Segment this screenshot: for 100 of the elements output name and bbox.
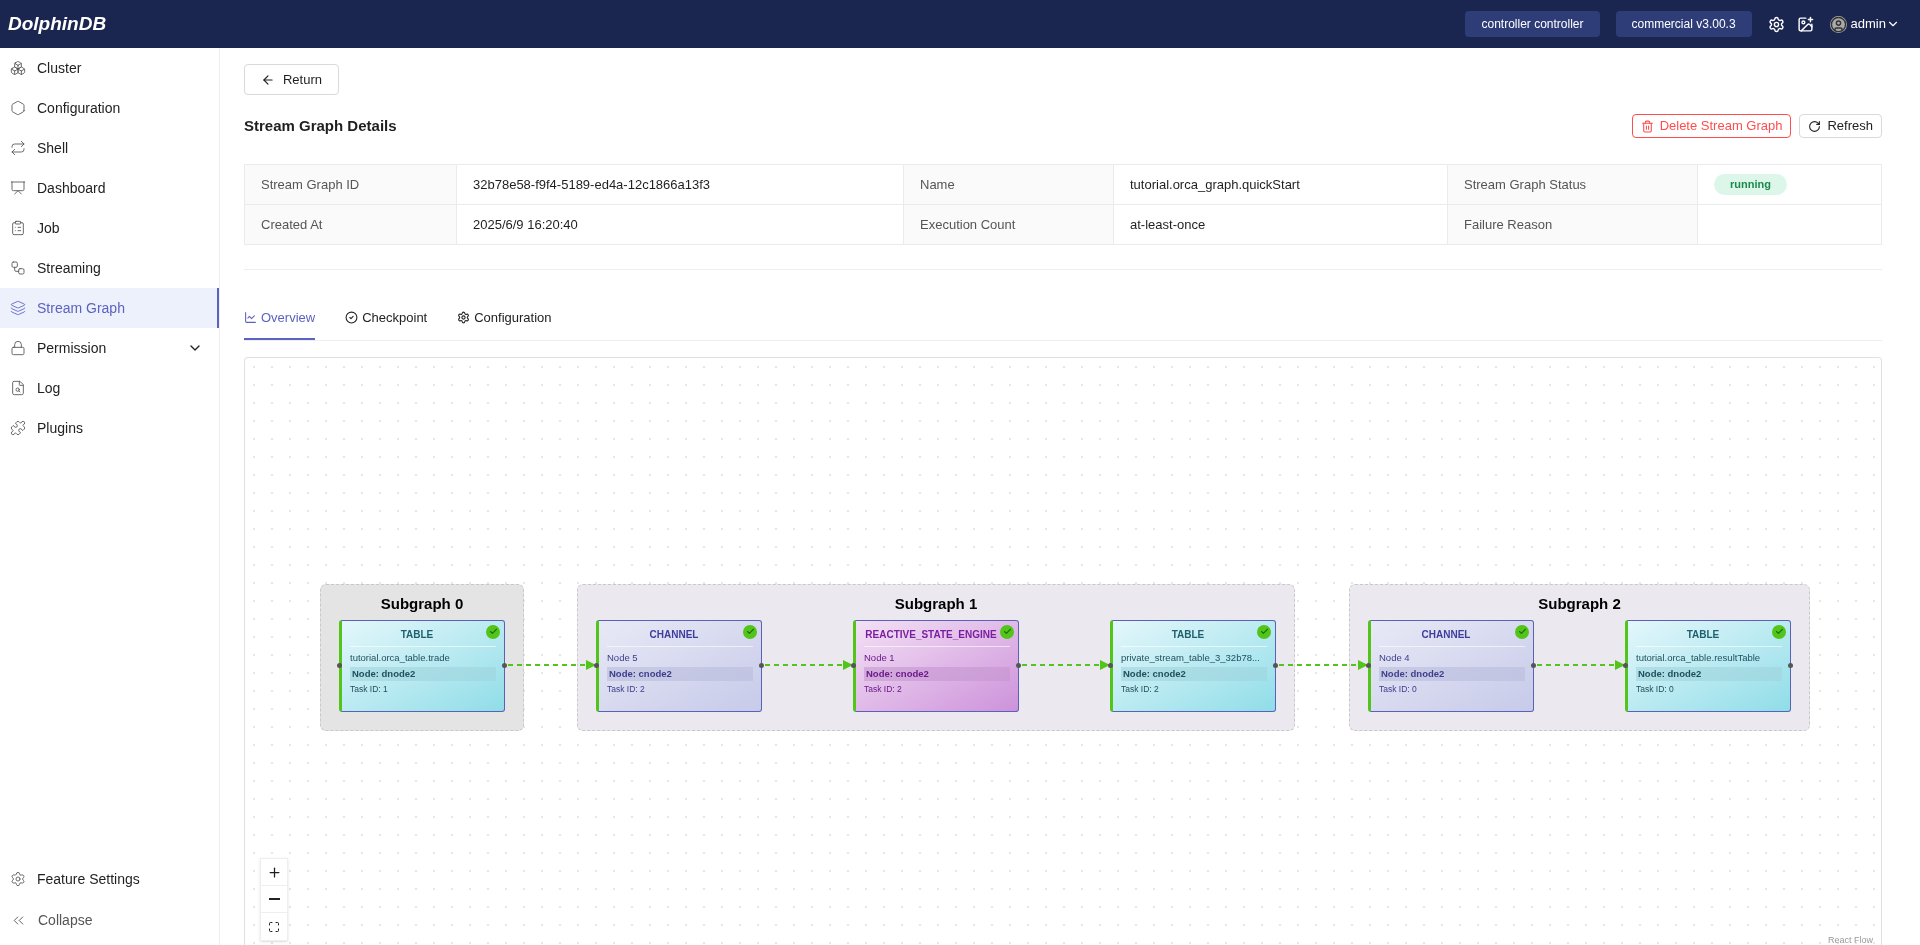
node-host: Node: dnode2 — [350, 666, 496, 681]
task-id: Task ID: 1 — [350, 683, 389, 696]
status-badge: running — [1714, 174, 1787, 195]
line-chart-icon — [244, 311, 257, 325]
detail-value: 32b78e58-f9f4-5189-ed4a-12c1866a13f3 — [473, 175, 711, 194]
sidebar-item[interactable]: Dashboard — [0, 168, 219, 208]
node-host: Node: cnode2 — [1121, 666, 1267, 681]
node-label: tutorial.orca_table.resultTable — [1636, 650, 1762, 665]
return-button[interactable]: Return — [244, 64, 339, 95]
detail-label: Failure Reason — [1448, 205, 1698, 245]
check-circle-icon — [345, 311, 359, 325]
logo[interactable]: DolphinDB — [8, 9, 107, 39]
hexagon-icon — [10, 100, 26, 116]
node-host: Node: dnode2 — [1379, 666, 1525, 681]
collapse-button[interactable]: Collapse — [0, 899, 219, 941]
connection-handle[interactable] — [1108, 662, 1113, 668]
connection-handle[interactable] — [1788, 662, 1793, 668]
connection-handle[interactable] — [1016, 662, 1021, 668]
puzzle-icon — [10, 420, 26, 436]
node-type: TABLE — [399, 627, 435, 642]
image-plus-icon[interactable] — [1796, 15, 1814, 33]
node-label: tutorial.orca_table.trade — [350, 650, 451, 665]
connection-handle[interactable] — [337, 662, 342, 668]
workflow-icon — [10, 260, 26, 276]
graph-node[interactable]: TABLE private_stream_table_3_32b78... Node: cnode2 Task ID: 2 — [1110, 619, 1276, 712]
detail-value: tutorial.orca_graph.quickStart — [1130, 175, 1300, 194]
sidebar-item[interactable]: Permission — [0, 328, 219, 368]
node-label: Node 1 — [864, 650, 896, 665]
detail-value: at-least-once — [1130, 215, 1206, 234]
sidebar-item[interactable]: Log — [0, 368, 219, 408]
tab[interactable]: Overview — [244, 308, 316, 340]
node-label: private_stream_table_3_32b78... — [1121, 650, 1261, 665]
sidebar-item[interactable]: Stream Graph — [0, 288, 219, 328]
sidebar-item[interactable]: Shell — [0, 128, 219, 168]
graph-node[interactable]: TABLE tutorial.orca_table.resultTable Node: dnode2 Task ID: 0 — [1625, 619, 1791, 712]
refresh-icon — [1808, 119, 1822, 133]
sidebar-item[interactable]: Job — [0, 208, 219, 248]
sidebar-item[interactable]: Configuration — [0, 88, 219, 128]
presentation-icon — [10, 180, 26, 196]
detail-label: Created At — [245, 205, 457, 245]
tab[interactable]: Checkpoint — [345, 308, 428, 340]
plus-icon — [266, 864, 282, 880]
node-host: Node: cnode2 — [607, 666, 753, 681]
node-host: Node: cnode2 — [864, 666, 1010, 681]
connection-handle[interactable] — [759, 662, 764, 668]
fit-view-icon — [268, 920, 280, 933]
node-type: CHANNEL — [648, 627, 700, 642]
subgraph-title: Subgraph 1 — [893, 593, 979, 614]
clipboard-icon — [10, 220, 26, 236]
lock-icon — [10, 340, 26, 356]
subgraph-title: Subgraph 0 — [379, 593, 465, 614]
task-id: Task ID: 0 — [1379, 683, 1418, 696]
connection-handle[interactable] — [594, 662, 599, 668]
sidebar-item[interactable]: Feature Settings — [0, 859, 219, 899]
connection-handle[interactable] — [851, 662, 856, 668]
detail-label: Name — [904, 165, 1114, 205]
trash-icon — [1640, 119, 1654, 133]
boxes-icon — [10, 60, 26, 76]
connection-handle[interactable] — [1273, 662, 1278, 668]
node-type: TABLE — [1170, 627, 1206, 642]
minus-icon — [268, 898, 280, 900]
connection-handle[interactable] — [1531, 662, 1536, 668]
detail-label: Stream Graph ID — [245, 165, 457, 205]
layers-icon — [10, 300, 26, 316]
detail-label: Execution Count — [904, 205, 1114, 245]
node-host: Node: dnode2 — [1636, 666, 1782, 681]
connection-handle[interactable] — [1366, 662, 1371, 668]
user-avatar-icon — [1829, 15, 1847, 33]
node-type: REACTIVE_STATE_ENGINE — [864, 627, 998, 642]
sidebar-item[interactable]: Streaming — [0, 248, 219, 288]
sidebar-item[interactable]: Plugins — [0, 408, 219, 448]
page-title: Stream Graph Details — [244, 115, 398, 136]
info-badge: controller controller — [1465, 11, 1600, 37]
info-badge: commercial v3.00.3 — [1615, 11, 1752, 37]
node-label: Node 4 — [1379, 650, 1411, 665]
task-id: Task ID: 2 — [864, 683, 903, 696]
settings-icon[interactable] — [1767, 15, 1785, 33]
connection-handle[interactable] — [1623, 662, 1628, 668]
graph-node[interactable]: CHANNEL Node 5 Node: cnode2 Task ID: 2 — [596, 619, 762, 712]
node-label: Node 5 — [607, 650, 639, 665]
repeat-icon — [10, 140, 26, 156]
graph-node[interactable]: CHANNEL Node 4 Node: dnode2 Task ID: 0 — [1368, 619, 1534, 712]
arrow-left-icon — [261, 72, 275, 87]
task-id: Task ID: 2 — [1121, 683, 1160, 696]
settings-icon — [457, 311, 471, 325]
connection-handle[interactable] — [502, 662, 507, 668]
task-id: Task ID: 0 — [1636, 683, 1675, 696]
task-id: Task ID: 2 — [607, 683, 646, 696]
tab[interactable]: Configuration — [457, 308, 552, 340]
node-type: CHANNEL — [1420, 627, 1472, 642]
refresh-button[interactable]: Refresh — [1799, 114, 1882, 138]
sidebar-item[interactable]: Cluster — [0, 48, 219, 88]
detail-label: Stream Graph Status — [1448, 165, 1698, 205]
graph-node[interactable]: TABLE tutorial.orca_table.trade Node: dnode2 Task ID: 1 — [339, 619, 505, 712]
detail-value: 2025/6/9 16:20:40 — [473, 215, 578, 234]
file-search-icon — [10, 380, 26, 396]
user-name[interactable]: admin — [1850, 14, 1886, 34]
graph-node[interactable]: REACTIVE_STATE_ENGINE Node 1 Node: cnode2 Task ID: 2 — [853, 619, 1019, 712]
settings-icon — [10, 871, 26, 887]
node-type: TABLE — [1685, 627, 1721, 642]
